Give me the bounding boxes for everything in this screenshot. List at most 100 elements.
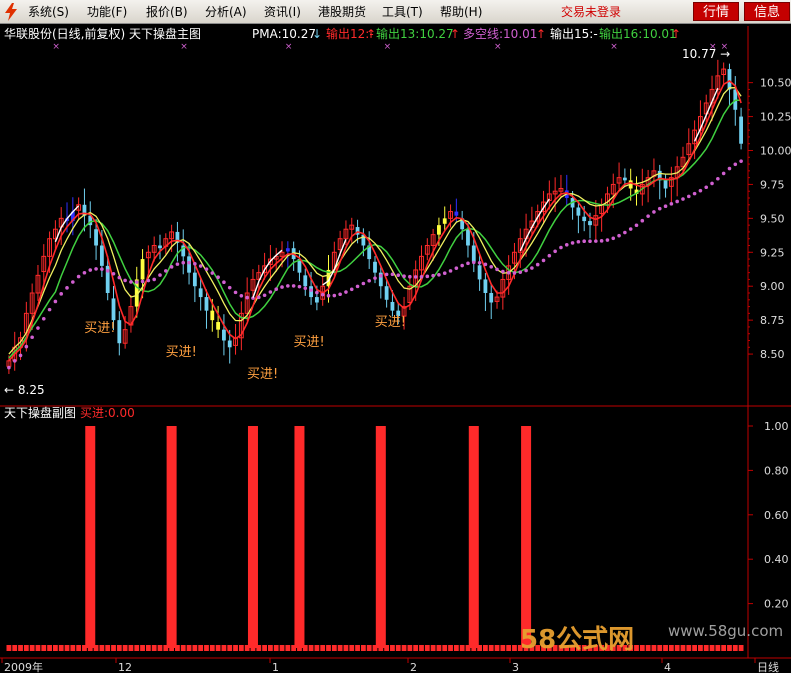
candle-body xyxy=(158,245,162,249)
sub-zero-bar xyxy=(651,645,657,651)
duokong-dot xyxy=(669,202,674,206)
sub-zero-bar xyxy=(70,645,76,651)
duokong-dot xyxy=(71,280,75,284)
duokong-dot xyxy=(442,271,447,276)
sub-zero-bar xyxy=(483,645,488,651)
top-marker-x: × xyxy=(285,42,293,52)
duokong-dot xyxy=(76,274,81,279)
candle-body xyxy=(739,116,743,144)
candle-body xyxy=(622,177,627,181)
duokong-dot xyxy=(623,230,627,235)
sub-zero-bar xyxy=(395,645,401,651)
buy-signal-bar xyxy=(85,426,96,648)
sub-zero-bar xyxy=(238,645,244,651)
duokong-dot xyxy=(617,233,621,238)
duokong-dot xyxy=(402,274,406,278)
duokong-dot xyxy=(721,171,726,176)
duokong-dot xyxy=(541,258,546,263)
sub-zero-bar xyxy=(663,645,668,651)
candle-body xyxy=(94,229,98,246)
duokong-dot xyxy=(332,293,337,298)
duokong-dot xyxy=(18,353,23,358)
buy-signal-bar xyxy=(294,426,305,648)
duokong-dot xyxy=(262,293,267,298)
sub-zero-bar xyxy=(390,645,395,651)
sub-zero-bar xyxy=(639,645,645,651)
candle-body xyxy=(454,211,459,216)
duokong-dot xyxy=(82,270,87,275)
sub-zero-bar xyxy=(657,645,663,651)
sub-zero-bar xyxy=(262,645,267,651)
sub-chart-title: 天下操盘副图 xyxy=(4,405,76,420)
candle-body xyxy=(489,293,494,303)
sub-zero-bar xyxy=(645,645,651,651)
duokong-dot xyxy=(716,176,720,181)
buy-signal-bar xyxy=(166,426,177,648)
duokong-dot xyxy=(634,223,639,228)
candle-body xyxy=(117,320,122,344)
x-tick-label: 4 xyxy=(664,661,671,673)
duokong-dot xyxy=(24,344,29,349)
candle-body xyxy=(99,245,104,266)
top-marker-x: × xyxy=(494,42,502,52)
sub-zero-bar xyxy=(279,645,285,651)
buy-signal-label: 买进! xyxy=(247,367,278,382)
y-tick-label: 9.00 xyxy=(760,280,785,293)
sub-zero-bar xyxy=(215,645,221,651)
x-tick-label: 2009年 xyxy=(4,660,43,673)
y-tick-label: 10.50 xyxy=(760,77,791,90)
duokong-dot xyxy=(239,293,244,298)
duokong-dot xyxy=(466,261,470,266)
stock-chart[interactable]: 华联股份(日线,前复权) 天下操盘主图 PMA:10.27↓ 输出12:-↑ 输出13… xyxy=(0,0,791,673)
sub-zero-bar xyxy=(512,645,517,651)
duokong-dot xyxy=(495,267,499,272)
candle-body xyxy=(477,265,482,280)
sub-zero-bar xyxy=(233,645,238,651)
duokong-dot xyxy=(30,335,34,340)
duokong-dot xyxy=(657,206,662,211)
duokong-dot xyxy=(431,273,435,278)
sub-legend-buy: 买进:0.00 xyxy=(80,406,135,420)
sub-zero-bar xyxy=(29,645,35,651)
duokong-dot xyxy=(158,273,162,277)
duokong-dot xyxy=(675,199,679,204)
duokong-dot xyxy=(286,284,290,288)
watermark-url: www.58gu.com xyxy=(668,622,783,640)
duokong-dot xyxy=(245,295,249,300)
duokong-dot xyxy=(320,292,325,297)
duokong-dot xyxy=(123,278,127,283)
sub-zero-bar xyxy=(41,645,47,651)
duokong-dot xyxy=(471,260,476,265)
buy-signal-label: 买进! xyxy=(166,345,197,360)
candle-body xyxy=(111,298,116,321)
sub-zero-bar xyxy=(407,645,413,651)
duokong-dot xyxy=(518,270,523,274)
sub-zero-bar xyxy=(320,645,326,651)
main-chart-title: 华联股份(日线,前复权) 天下操盘主图 xyxy=(4,26,201,41)
candle-body xyxy=(227,340,232,348)
sub-zero-bar xyxy=(314,645,320,651)
y-tick-label: 9.25 xyxy=(760,246,785,259)
duokong-dot xyxy=(727,166,732,171)
duokong-dot xyxy=(611,236,616,241)
duokong-dot xyxy=(181,260,186,265)
duokong-dot xyxy=(588,239,592,244)
legend-out15: 输出15:- xyxy=(550,26,598,41)
sub-zero-bar xyxy=(686,645,692,651)
y-tick-label: 10.25 xyxy=(760,111,791,124)
duokong-dot xyxy=(134,280,139,284)
sub-zero-bar xyxy=(494,645,500,651)
duokong-dot xyxy=(367,278,371,283)
sub-zero-bar xyxy=(204,645,209,651)
duokong-dot xyxy=(256,295,261,300)
sub-zero-bar xyxy=(692,645,698,651)
sub-zero-bar xyxy=(145,645,151,651)
top-marker-x: × xyxy=(52,42,60,52)
sub-zero-bar xyxy=(122,645,128,651)
duokong-dot xyxy=(448,269,453,273)
sub-zero-bar xyxy=(506,645,512,651)
sub-zero-bar xyxy=(198,645,204,651)
duokong-dot xyxy=(646,214,650,218)
duokong-dot xyxy=(65,286,69,290)
candle-body xyxy=(210,310,215,321)
